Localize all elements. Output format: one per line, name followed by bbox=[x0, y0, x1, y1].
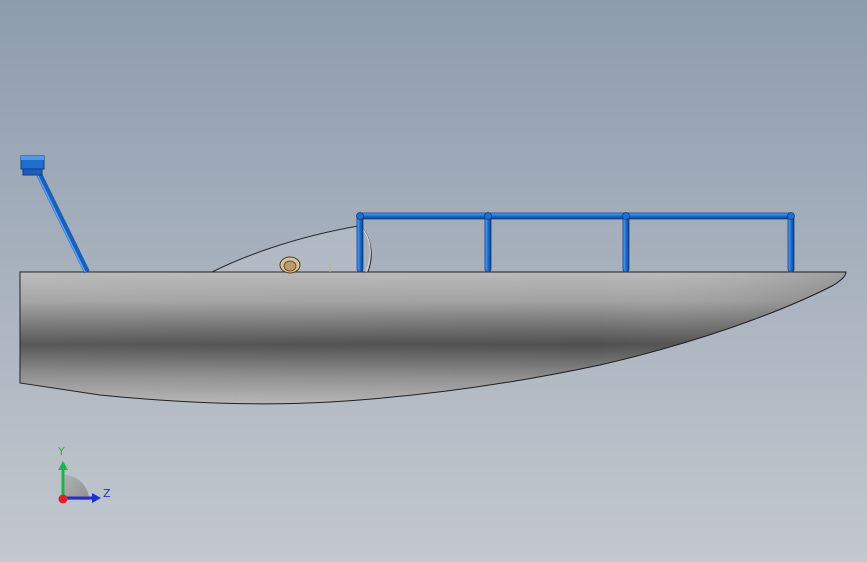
mast-pole[interactable] bbox=[35, 170, 90, 274]
railing-post-2[interactable] bbox=[484, 214, 492, 273]
railing-frame[interactable] bbox=[356, 212, 795, 273]
boat-hull[interactable] bbox=[19, 271, 847, 405]
triad-y-label: Y bbox=[57, 445, 65, 458]
view-triad[interactable]: Y Z bbox=[57, 445, 111, 504]
railing-post-1[interactable] bbox=[356, 214, 364, 273]
triad-background bbox=[64, 475, 89, 500]
triad-z-label: Z bbox=[103, 487, 111, 500]
mast-box[interactable] bbox=[20, 155, 45, 176]
triad-x-axis-dot bbox=[58, 494, 68, 504]
railing-post-4[interactable] bbox=[787, 214, 795, 273]
model-scene[interactable]: Y Z bbox=[0, 0, 867, 562]
railing-post-3[interactable] bbox=[622, 214, 630, 273]
graphics-viewport[interactable]: Y Z bbox=[0, 0, 867, 562]
